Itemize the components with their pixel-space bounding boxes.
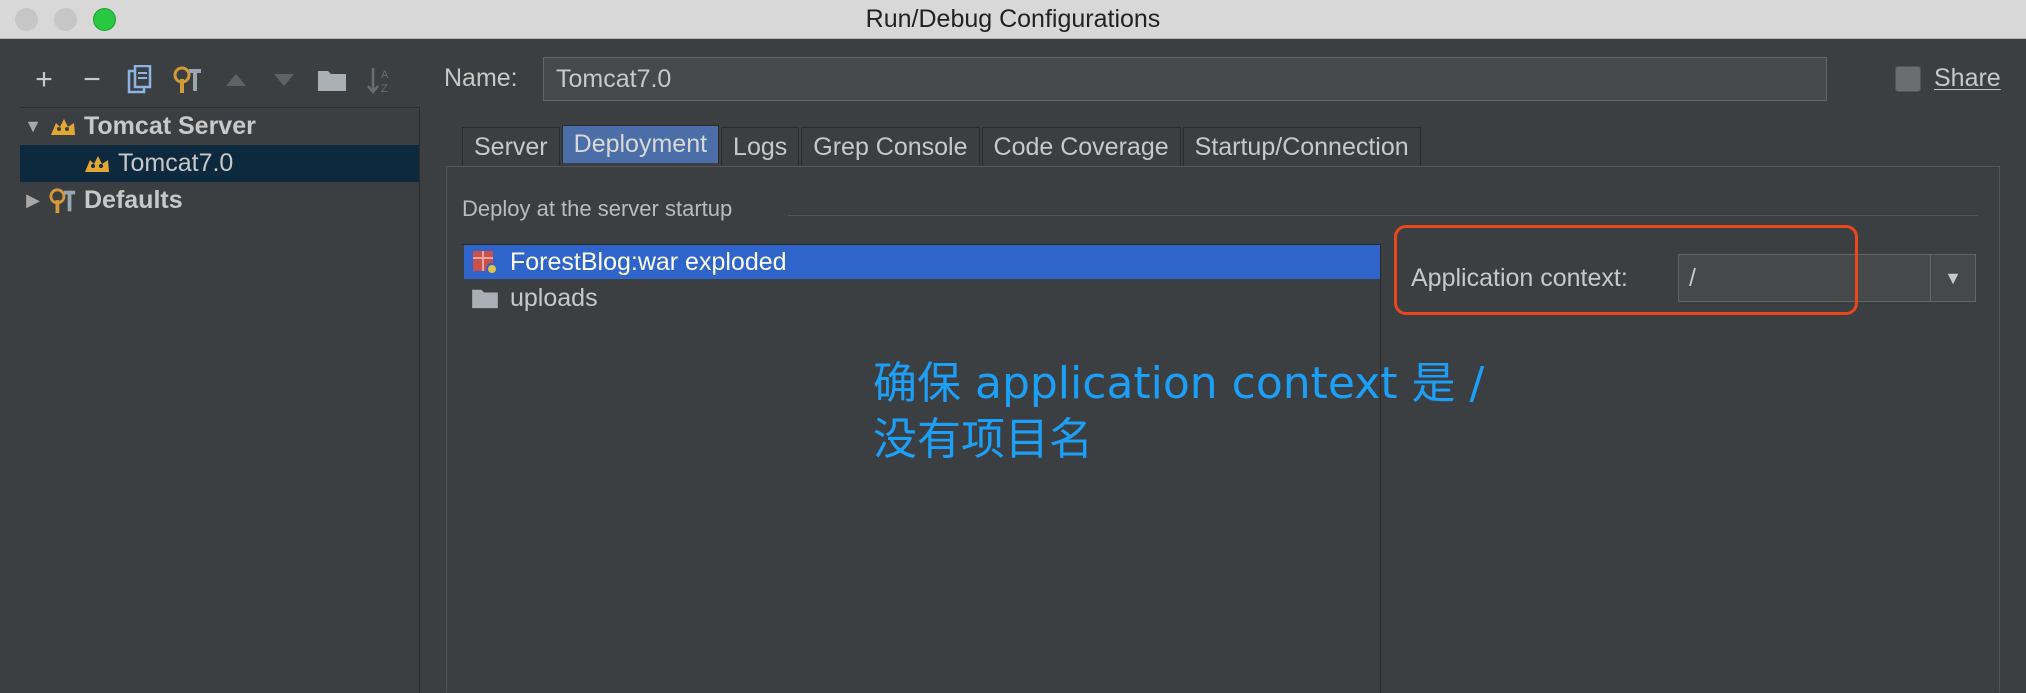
config-toolbar: + − AZ bbox=[20, 60, 404, 100]
move-up-icon[interactable] bbox=[212, 60, 260, 100]
tree-item-label: Tomcat Server bbox=[84, 112, 256, 140]
folder-icon bbox=[470, 283, 500, 313]
name-input[interactable] bbox=[543, 57, 1827, 101]
tab-startup-connection[interactable]: Startup/Connection bbox=[1182, 127, 1421, 167]
svg-text:Z: Z bbox=[381, 83, 388, 95]
expand-arrow-icon[interactable]: ▼ bbox=[20, 116, 46, 137]
config-tree: ▼ Tomcat Server Tomcat7.0 ▶ Defaults bbox=[20, 107, 420, 693]
share-label: Share bbox=[1934, 64, 2001, 92]
wrench-icon[interactable] bbox=[164, 60, 212, 100]
section-title: Deploy at the server startup bbox=[462, 196, 733, 221]
tree-item-label: Tomcat7.0 bbox=[118, 149, 234, 177]
artifact-list[interactable]: ForestBlog:war exploded uploads bbox=[462, 244, 1381, 693]
tree-item-tomcat7[interactable]: Tomcat7.0 bbox=[20, 145, 419, 182]
window-title-bar: Run/Debug Configurations bbox=[0, 0, 2026, 39]
name-label: Name: bbox=[444, 64, 518, 92]
chevron-down-icon[interactable]: ▼ bbox=[1930, 255, 1975, 301]
list-item-label: uploads bbox=[510, 283, 598, 312]
tomcat-icon bbox=[46, 112, 80, 142]
sort-az-icon[interactable]: AZ bbox=[356, 60, 404, 100]
section-divider bbox=[788, 215, 1978, 216]
war-artifact-icon bbox=[470, 247, 500, 277]
window-title: Run/Debug Configurations bbox=[865, 5, 1161, 33]
move-down-icon[interactable] bbox=[260, 60, 308, 100]
tab-code-coverage[interactable]: Code Coverage bbox=[981, 127, 1181, 167]
share-checkbox-box[interactable] bbox=[1895, 65, 1921, 92]
share-checkbox[interactable]: Share bbox=[1895, 64, 2001, 93]
annotation-line-2: 没有项目名 bbox=[873, 414, 1093, 465]
application-context-label: Application context: bbox=[1411, 264, 1628, 292]
config-tabs: Server Deployment Logs Grep Console Code… bbox=[462, 125, 1423, 167]
tab-grep-console[interactable]: Grep Console bbox=[801, 127, 980, 167]
tomcat-icon bbox=[80, 149, 114, 179]
tree-item-label: Defaults bbox=[84, 186, 183, 214]
list-item-uploads[interactable]: uploads bbox=[464, 281, 1380, 315]
tab-deployment[interactable]: Deployment bbox=[561, 125, 720, 163]
wrench-icon bbox=[46, 186, 80, 216]
tree-item-defaults[interactable]: ▶ Defaults bbox=[20, 182, 419, 219]
application-context-combobox[interactable]: / ▼ bbox=[1678, 254, 1976, 302]
application-context-value[interactable]: / bbox=[1679, 264, 1930, 293]
svg-text:A: A bbox=[381, 69, 389, 81]
folder-icon[interactable] bbox=[308, 60, 356, 100]
tree-item-tomcat-server[interactable]: ▼ Tomcat Server bbox=[20, 108, 419, 145]
list-item-war-exploded[interactable]: ForestBlog:war exploded bbox=[464, 245, 1380, 279]
plus-icon[interactable]: + bbox=[20, 60, 68, 100]
copy-icon[interactable] bbox=[116, 60, 164, 100]
tab-logs[interactable]: Logs bbox=[721, 127, 800, 167]
annotation-note: 确保 application context 是 / 没有项目名 bbox=[873, 356, 1484, 468]
minus-icon[interactable]: − bbox=[68, 60, 116, 100]
collapse-arrow-icon[interactable]: ▶ bbox=[20, 190, 46, 211]
list-item-label: ForestBlog:war exploded bbox=[510, 247, 787, 276]
tab-server[interactable]: Server bbox=[462, 127, 560, 167]
annotation-line-1: 确保 application context 是 / bbox=[873, 358, 1485, 409]
